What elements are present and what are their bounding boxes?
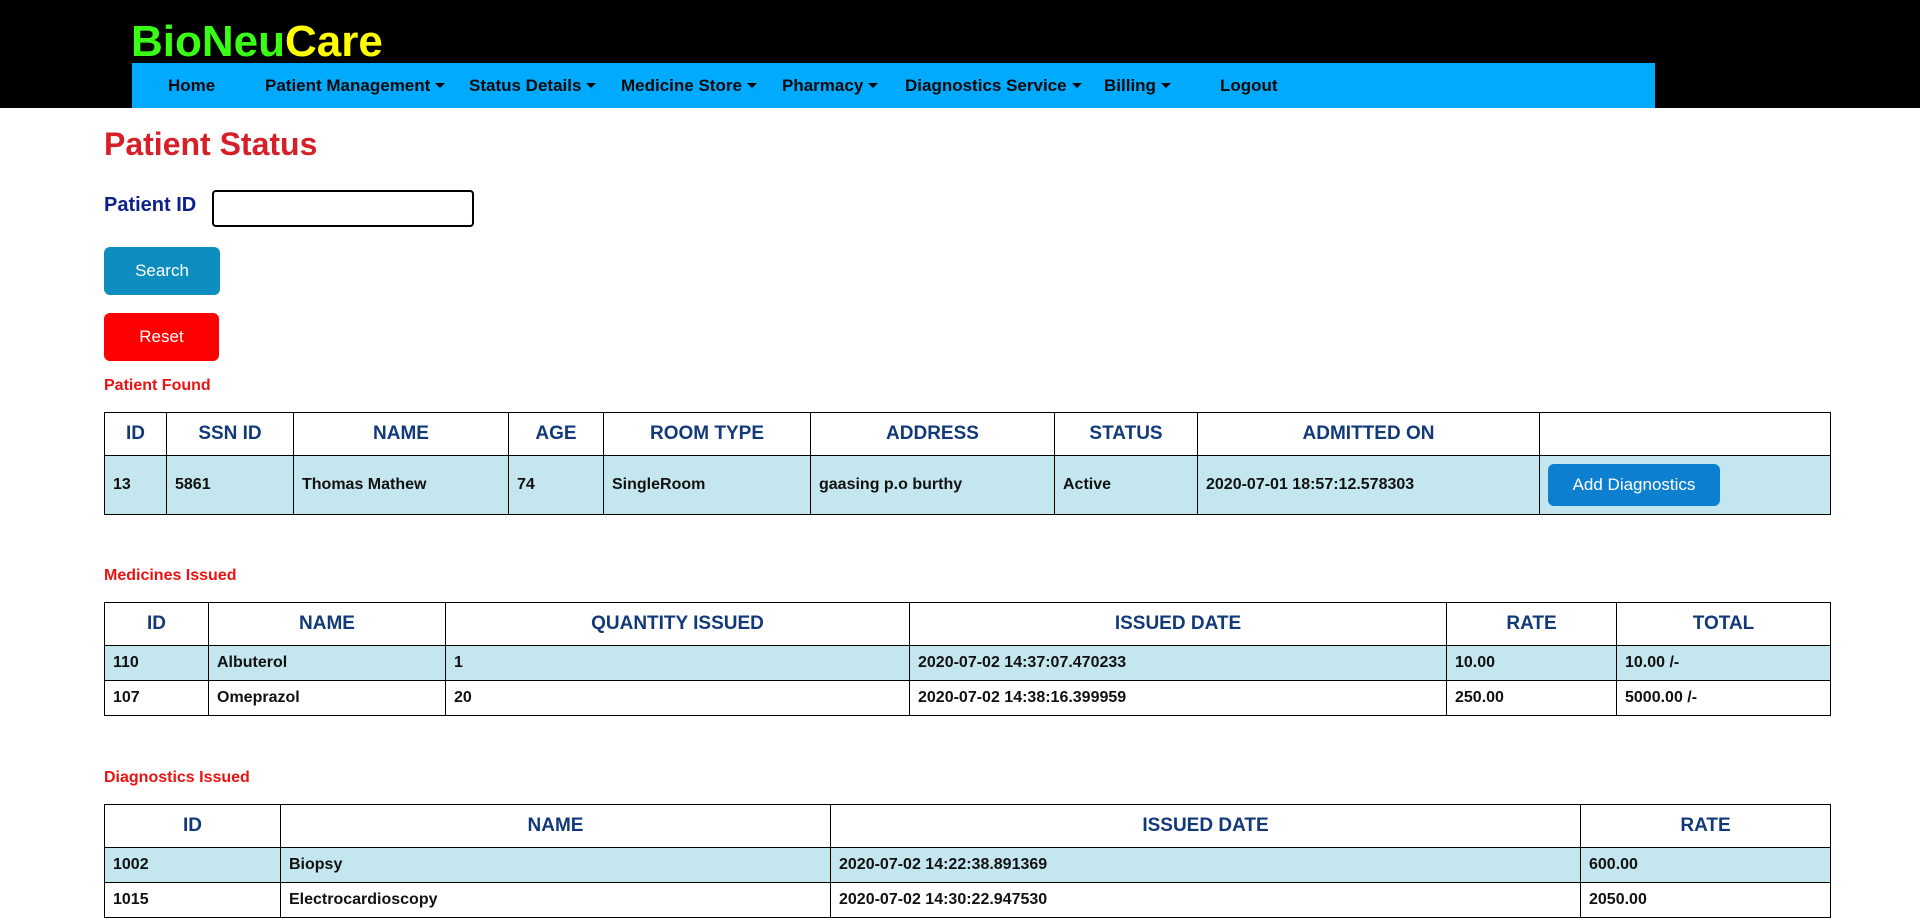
cell-address: gaasing p.o burthy [810,455,1055,515]
column-header: ID [104,602,209,646]
chevron-down-icon [1071,83,1082,89]
nav-patient-management[interactable]: Patient Management [265,63,446,108]
patient-id-label: Patient ID [104,194,197,216]
cell-id: 1002 [104,847,281,883]
cell-rate: 10.00 [1446,645,1617,681]
cell-total: 10.00 /- [1616,645,1831,681]
cell-rate: 2050.00 [1580,882,1831,918]
nav-logout-label: Logout [1220,76,1278,95]
chevron-down-icon [1160,83,1171,89]
patient-found-label: Patient Found [104,377,211,394]
add-diagnostics-button[interactable]: Add Diagnostics [1548,464,1720,506]
brand-part-1: BioNeu [131,17,285,66]
cell-name: Omeprazol [208,680,446,716]
cell-ssn-id: 5861 [166,455,294,515]
nav-diagnostics-service-label: Diagnostics Service [905,76,1067,95]
column-header: ADMITTED ON [1197,412,1540,456]
diagnostics-table: ID NAME ISSUED DATE RATE 1002 Biopsy 202… [104,804,1831,918]
cell-admitted-on: 2020-07-01 18:57:12.578303 [1197,455,1540,515]
medicines-issued-label: Medicines Issued [104,567,237,584]
cell-issued-date: 2020-07-02 14:37:07.470233 [909,645,1447,681]
cell-rate: 600.00 [1580,847,1831,883]
column-header: ADDRESS [810,412,1055,456]
column-header: NAME [208,602,446,646]
column-header: ID [104,412,167,456]
cell-id: 107 [104,680,209,716]
cell-total: 5000.00 /- [1616,680,1831,716]
cell-room-type: SingleRoom [603,455,811,515]
nav-patient-management-label: Patient Management [265,76,431,95]
patient-table: ID SSN ID NAME AGE ROOM TYPE ADDRESS STA… [104,412,1831,515]
nav-home-label: Home [168,76,216,95]
column-header: RATE [1580,804,1831,848]
patient-id-input[interactable] [212,190,474,227]
nav-home[interactable]: Home [168,63,215,108]
nav-billing-label: Billing [1104,76,1156,95]
main-nav: Home Patient Management Status Details M… [132,63,1655,108]
nav-medicine-store[interactable]: Medicine Store [621,63,757,108]
column-header: STATUS [1054,412,1198,456]
table-header-row: ID SSN ID NAME AGE ROOM TYPE ADDRESS STA… [104,412,1831,456]
chevron-down-icon [435,83,446,89]
column-header: TOTAL [1616,602,1831,646]
reset-button[interactable]: Reset [104,313,219,361]
brand-logo[interactable]: BioNeuCare [131,14,383,70]
cell-quantity: 20 [445,680,910,716]
table-header-row: ID NAME ISSUED DATE RATE [104,804,1831,848]
table-row: 107 Omeprazol 20 2020-07-02 14:38:16.399… [104,680,1831,716]
cell-action: Add Diagnostics [1539,455,1831,515]
medicines-table: ID NAME QUANTITY ISSUED ISSUED DATE RATE… [104,602,1831,716]
table-header-row: ID NAME QUANTITY ISSUED ISSUED DATE RATE… [104,602,1831,646]
cell-issued-date: 2020-07-02 14:38:16.399959 [909,680,1447,716]
nav-pharmacy[interactable]: Pharmacy [782,63,879,108]
cell-name: Albuterol [208,645,446,681]
cell-name: Biopsy [280,847,831,883]
column-header: NAME [280,804,831,848]
search-button[interactable]: Search [104,247,220,295]
nav-diagnostics-service[interactable]: Diagnostics Service [905,63,1082,108]
table-row: 110 Albuterol 1 2020-07-02 14:37:07.4702… [104,645,1831,681]
column-header: RATE [1446,602,1617,646]
chevron-down-icon [868,83,879,89]
column-header: AGE [508,412,604,456]
nav-medicine-store-label: Medicine Store [621,76,742,95]
cell-status: Active [1054,455,1198,515]
column-header: QUANTITY ISSUED [445,602,910,646]
cell-name: Electrocardioscopy [280,882,831,918]
table-row: 1015 Electrocardioscopy 2020-07-02 14:30… [104,882,1831,918]
chevron-down-icon [746,83,757,89]
column-header [1539,412,1831,456]
column-header: ROOM TYPE [603,412,811,456]
nav-logout[interactable]: Logout [1220,63,1278,108]
cell-id: 110 [104,645,209,681]
column-header: ISSUED DATE [830,804,1581,848]
nav-billing[interactable]: Billing [1104,63,1171,108]
chevron-down-icon [586,83,597,89]
table-row: 13 5861 Thomas Mathew 74 SingleRoom gaas… [104,455,1831,515]
nav-pharmacy-label: Pharmacy [782,76,864,95]
cell-quantity: 1 [445,645,910,681]
page-title: Patient Status [104,126,318,162]
nav-status-details-label: Status Details [469,76,582,95]
column-header: ID [104,804,281,848]
column-header: SSN ID [166,412,294,456]
cell-issued-date: 2020-07-02 14:22:38.891369 [830,847,1581,883]
cell-issued-date: 2020-07-02 14:30:22.947530 [830,882,1581,918]
table-row: 1002 Biopsy 2020-07-02 14:22:38.891369 6… [104,847,1831,883]
cell-id: 1015 [104,882,281,918]
cell-rate: 250.00 [1446,680,1617,716]
column-header: ISSUED DATE [909,602,1447,646]
diagnostics-issued-label: Diagnostics Issued [104,769,250,786]
cell-name: Thomas Mathew [293,455,509,515]
brand-part-2: Care [285,17,383,66]
cell-id: 13 [104,455,167,515]
cell-age: 74 [508,455,604,515]
nav-status-details[interactable]: Status Details [469,63,597,108]
column-header: NAME [293,412,509,456]
top-header: BioNeuCare Home Patient Management Statu… [0,0,1920,108]
